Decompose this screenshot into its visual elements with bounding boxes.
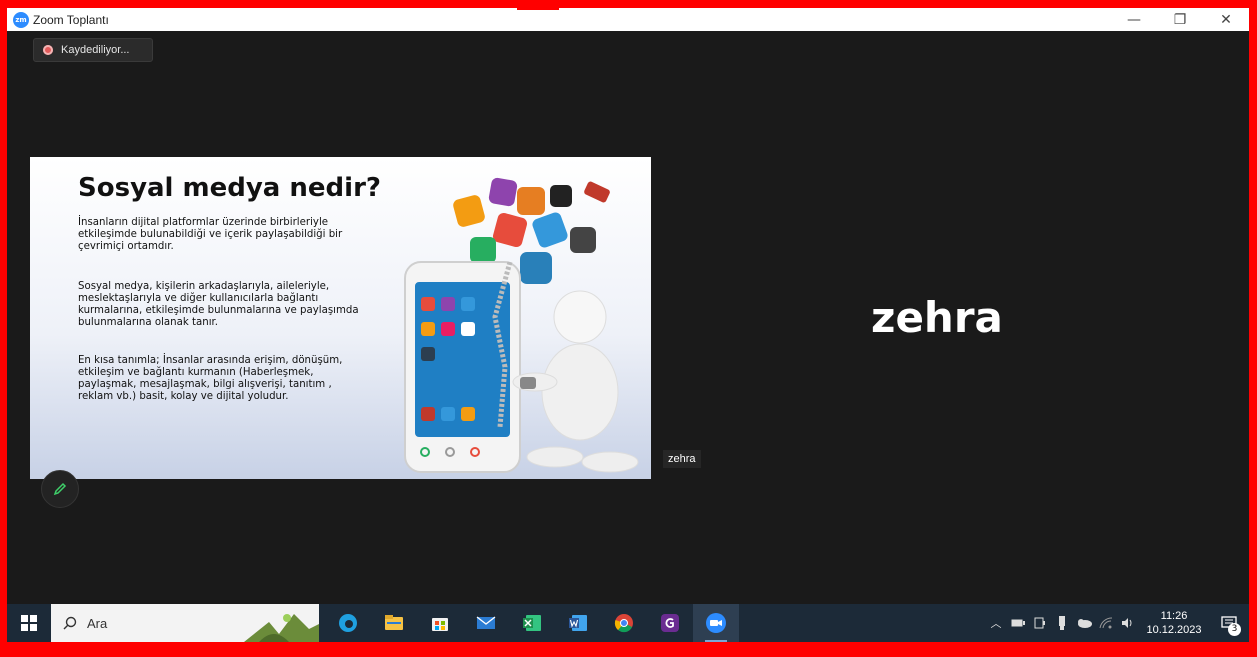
taskbar-mail[interactable] [463,604,509,642]
window-controls: — ❐ ✕ [1111,8,1249,31]
meeting-area: Kaydediliyor... Sosyal medya nedir? İnsa… [7,31,1249,604]
store-icon [432,618,448,631]
clock-date: 10.12.2023 [1146,624,1202,636]
shared-slide: Sosyal medya nedir? İnsanların dijital p… [30,157,651,479]
tray-overflow-chevron-up-icon[interactable]: ︿ [985,604,1007,642]
search-placeholder: Ara [87,615,108,631]
mail-icon [476,616,496,629]
minimize-button[interactable]: — [1111,8,1157,31]
chrome-icon [614,614,633,633]
start-button[interactable] [7,604,51,642]
taskbar-zoom[interactable] [693,604,739,642]
meet-now-icon[interactable] [1029,604,1051,642]
active-app-indicator [705,640,727,642]
system-clock[interactable]: 11:26 10.12.2023 [1139,609,1209,637]
word-icon [569,615,587,631]
zoom-logo-icon: zm [13,11,29,28]
battery-icon[interactable] [1007,604,1029,642]
slide-title: Sosyal medya nedir? [78,173,381,203]
title-bar: zm Zoom Toplantı — ❐ ✕ [7,8,1249,31]
zoom-icon [706,613,726,633]
restore-button[interactable]: ❐ [1157,8,1203,31]
annotate-button[interactable] [41,470,79,508]
usb-drive-icon[interactable] [1051,604,1073,642]
slide-paragraph-2: Sosyal medya, kişilerin arkadaşlarıyla, … [78,281,359,328]
onedrive-icon[interactable] [1073,604,1095,642]
search-highlight-art [244,614,319,642]
window-title: Zoom Toplantı [33,12,109,27]
taskbar-excel[interactable] [509,604,555,642]
participant-name-tag: zehra [663,450,701,468]
taskbar-store[interactable] [417,604,463,642]
recording-indicator[interactable]: Kaydediliyor... [33,38,153,62]
volume-icon[interactable] [1117,604,1139,642]
recording-label: Kaydediliyor... [61,44,130,56]
taskbar-word[interactable] [555,604,601,642]
smartphone-illustration [404,177,639,473]
taskbar-pdf[interactable] [647,604,693,642]
title-accent-line [517,8,559,10]
pencil-icon [53,482,67,496]
pdf-icon [661,614,679,632]
participant-name-display: zehra [871,293,1003,342]
search-icon [63,616,77,630]
taskbar-edge[interactable] [325,604,371,642]
slide-paragraph-1: İnsanların dijital platformlar üzerinde … [78,217,343,252]
windows-taskbar: Ara ︿ 11:26 10.12.2023 3 [7,604,1249,642]
notification-center-button[interactable]: 3 [1209,604,1249,642]
close-button[interactable]: ✕ [1203,8,1249,31]
slide-paragraph-3: En kısa tanımla; İnsanlar arasında erişi… [78,355,343,402]
file-explorer-icon [385,615,403,630]
zoom-window: zm Zoom Toplantı — ❐ ✕ Kaydediliyor... S… [7,8,1249,642]
taskbar-chrome[interactable] [601,604,647,642]
edge-icon [339,614,357,632]
taskbar-search-box[interactable]: Ara [51,604,319,642]
windows-logo-icon [21,615,37,631]
taskbar-file-explorer[interactable] [371,604,417,642]
taskbar-apps [325,604,739,642]
wifi-icon[interactable] [1095,604,1117,642]
notification-count-badge: 3 [1228,623,1241,636]
clock-time: 11:26 [1160,610,1188,622]
system-tray: ︿ 11:26 10.12.2023 3 [985,604,1249,642]
record-icon [43,45,53,55]
excel-icon [523,615,541,631]
